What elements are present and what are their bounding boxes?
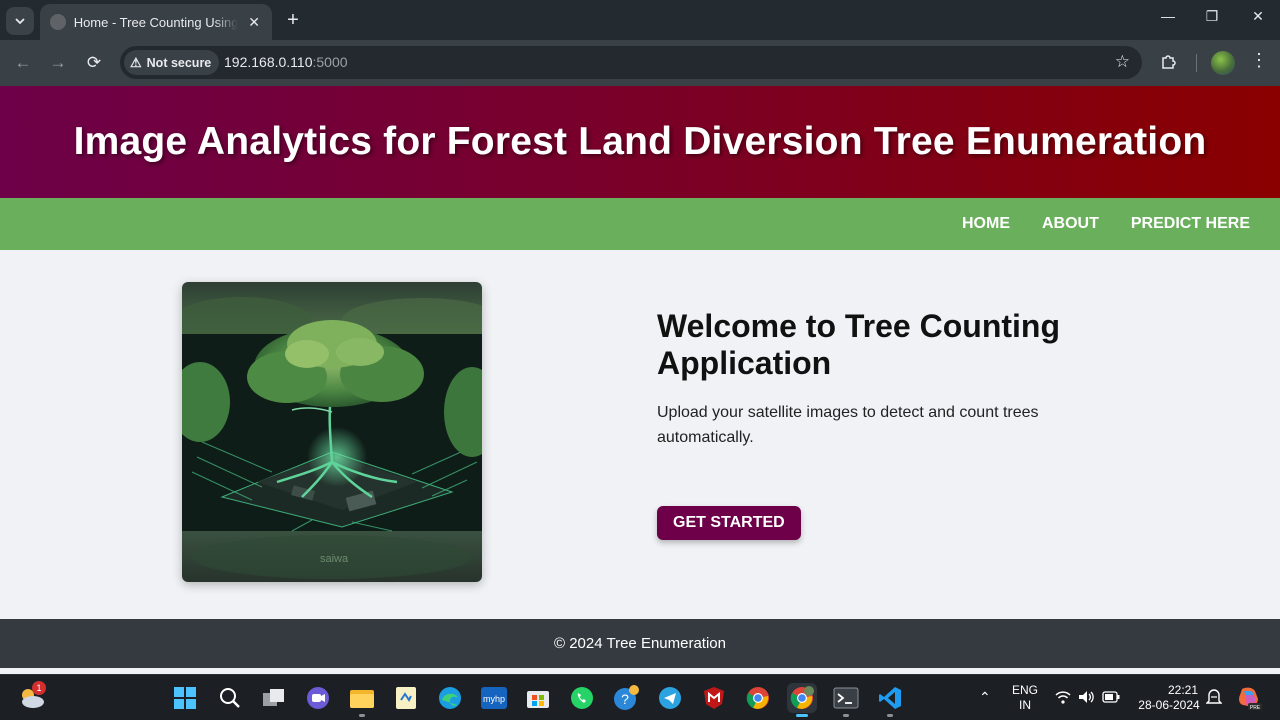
url-host: 192.168.0.110: [224, 54, 313, 70]
hero-description: Upload your satellite images to detect a…: [657, 404, 1039, 446]
whatsapp-icon[interactable]: [567, 683, 597, 713]
back-arrow-icon[interactable]: ←: [12, 52, 34, 74]
microsoft-store-icon[interactable]: [523, 683, 553, 713]
security-chip[interactable]: ⚠ Not secure: [124, 50, 220, 75]
lang-line1: ENG: [1011, 683, 1038, 697]
svg-text:myhp: myhp: [483, 694, 505, 704]
help-icon[interactable]: ?: [611, 683, 641, 713]
battery-icon[interactable]: [1102, 691, 1120, 707]
footer-text: © 2024 Tree Enumeration: [554, 635, 726, 652]
task-view-icon[interactable]: [259, 683, 289, 713]
nav-link-predict[interactable]: PREDICT HERE: [1131, 215, 1250, 233]
web-page: Image Analytics for Forest Land Diversio…: [0, 86, 1280, 674]
telegram-icon[interactable]: [655, 683, 685, 713]
nav-link-about[interactable]: ABOUT: [1042, 215, 1099, 233]
running-indicator: [359, 714, 365, 717]
show-hidden-icons-chevron[interactable]: ⌃: [979, 690, 991, 705]
site-header: Image Analytics for Forest Land Diversio…: [0, 86, 1280, 198]
notifications-icon[interactable]: [1205, 688, 1223, 709]
url-port: :5000: [312, 54, 348, 70]
browser-toolbar: ← → ⟳ ⚠ Not secure 192.168.0.110:5000 ☆ …: [0, 40, 1280, 86]
svg-text:PRE: PRE: [1250, 705, 1261, 711]
bookmark-star-icon[interactable]: ☆: [1115, 52, 1130, 72]
windows-start-icon[interactable]: [170, 683, 200, 713]
globe-icon: [50, 14, 66, 30]
get-started-button[interactable]: GET STARTED: [657, 506, 801, 540]
vscode-icon[interactable]: [875, 683, 905, 717]
tab-search-button[interactable]: [6, 7, 34, 35]
security-label: Not secure: [146, 55, 212, 70]
address-bar[interactable]: ⚠ Not secure 192.168.0.110:5000 ☆: [120, 46, 1142, 79]
forward-arrow-icon[interactable]: →: [47, 52, 69, 74]
watermark-text: saiwa: [320, 553, 349, 565]
chevron-down-icon: [15, 18, 25, 25]
minimize-icon[interactable]: —: [1156, 8, 1180, 24]
hero-title: Welcome to Tree Counting Application: [657, 308, 1060, 381]
browser-tab-active[interactable]: Home - Tree Counting Using Satellite Ima…: [40, 4, 272, 40]
svg-text:?: ?: [621, 691, 629, 707]
weather-badge: 1: [32, 681, 46, 695]
browser-tabstrip: Home - Tree Counting Using Satellite Ima…: [0, 0, 1280, 40]
lang-line2: IN: [1019, 698, 1031, 712]
active-indicator: [796, 714, 808, 717]
warning-triangle-icon: ⚠: [130, 54, 142, 70]
file-explorer-icon[interactable]: [347, 683, 377, 717]
chrome-icon[interactable]: [743, 683, 773, 713]
chrome-profile-icon[interactable]: [787, 683, 817, 717]
wifi-icon[interactable]: [1055, 690, 1071, 707]
clock-time: 22:21: [1167, 683, 1198, 697]
site-title: Image Analytics for Forest Land Diversio…: [73, 120, 1207, 163]
site-footer: © 2024 Tree Enumeration: [0, 619, 1280, 668]
reload-icon[interactable]: ⟳: [83, 52, 105, 74]
notepad-app-icon[interactable]: [391, 683, 421, 713]
terminal-icon[interactable]: [831, 683, 861, 717]
running-indicator: [843, 714, 849, 717]
running-indicator: [887, 714, 893, 717]
tab-title: Home - Tree Counting Using Satellite Ima…: [73, 14, 239, 30]
tree-circuit-image: saiwa: [182, 282, 482, 582]
hero-section: saiwa Welcome to Tree Counting Applicati…: [0, 250, 1280, 618]
meet-icon[interactable]: [303, 683, 333, 713]
speaker-icon[interactable]: [1078, 690, 1096, 708]
copilot-icon[interactable]: PRE: [1236, 685, 1262, 715]
window-close-icon[interactable]: ✕: [1246, 8, 1270, 25]
language-indicator[interactable]: ENG IN: [1008, 683, 1042, 713]
clock-date: 28-06-2024: [1138, 698, 1200, 712]
toolbar-divider: [1196, 54, 1197, 72]
profile-avatar[interactable]: [1211, 51, 1235, 75]
taskbar: 1 myhp ? ⌃ ENG IN 22:21 28-06-2024 PRE: [0, 674, 1280, 720]
restore-icon[interactable]: ❐: [1200, 8, 1224, 25]
new-tab-button[interactable]: +: [282, 9, 304, 31]
close-tab-icon[interactable]: ✕: [246, 14, 262, 31]
myhp-icon[interactable]: myhp: [479, 683, 509, 713]
url-text[interactable]: 192.168.0.110:5000: [224, 54, 348, 70]
extensions-puzzle-icon[interactable]: [1160, 52, 1178, 75]
site-nav: HOME ABOUT PREDICT HERE: [0, 198, 1280, 250]
search-icon[interactable]: [215, 683, 245, 713]
mcafee-icon[interactable]: [699, 683, 729, 713]
kebab-menu-icon[interactable]: ⋮: [1250, 50, 1268, 71]
nav-link-home[interactable]: HOME: [962, 215, 1010, 233]
clock[interactable]: 22:21 28-06-2024: [1134, 683, 1204, 713]
hero-text-block: Welcome to Tree Counting Application Upl…: [657, 308, 1087, 450]
edge-icon[interactable]: [435, 683, 465, 713]
